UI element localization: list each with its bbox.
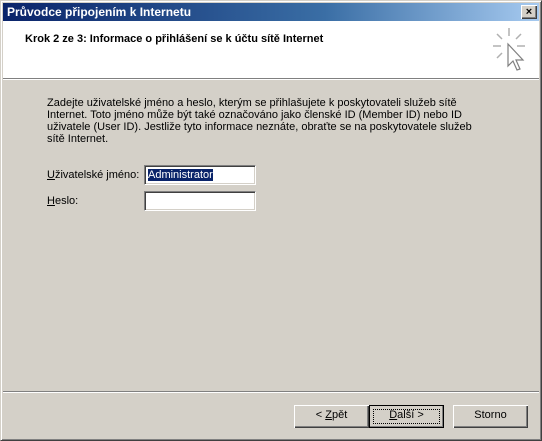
wizard-window: Průvodce připojením k Internetu × Krok 2… [0, 0, 542, 441]
password-label: Heslo: [47, 195, 79, 207]
password-field[interactable] [144, 191, 256, 211]
wizard-cursor-sparkle-icon [493, 28, 525, 71]
instructions-text: Zadejte uživatelské jméno a heslo, který… [47, 97, 472, 145]
close-icon: × [525, 6, 533, 18]
cancel-button[interactable]: Storno [453, 405, 528, 428]
header-separator [3, 78, 539, 80]
password-accelerator: H [47, 195, 55, 207]
username-value: Administrator [148, 169, 213, 181]
step-title: Krok 2 ze 3: Informace o přihlášení se k… [25, 33, 324, 45]
footer-separator [3, 391, 539, 393]
wizard-header: Krok 2 ze 3: Informace o přihlášení se k… [3, 21, 539, 78]
focus-rect [373, 409, 440, 424]
username-field[interactable]: Administrator [144, 165, 256, 185]
username-label: Uživatelské jméno: [47, 169, 140, 181]
close-button[interactable]: × [521, 5, 537, 19]
back-button[interactable]: < Zpět [294, 405, 369, 428]
window-title: Průvodce připojením k Internetu [7, 5, 192, 19]
username-accelerator: U [47, 169, 55, 181]
next-button[interactable]: Další > [369, 405, 444, 428]
title-bar[interactable]: Průvodce připojením k Internetu × [3, 3, 539, 21]
